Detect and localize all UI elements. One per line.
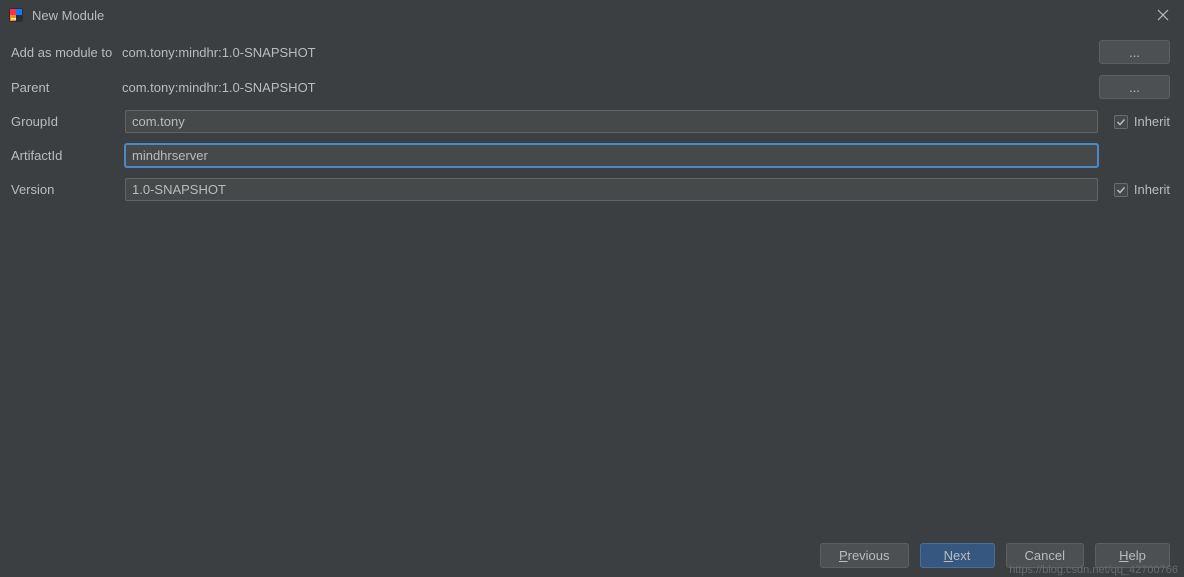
- window-title: New Module: [32, 8, 104, 23]
- parent-value: com.tony:mindhr:1.0-SNAPSHOT: [122, 80, 316, 95]
- version-inherit-checkbox[interactable]: [1114, 183, 1128, 197]
- form-content: Add as module to com.tony:mindhr:1.0-SNA…: [0, 30, 1184, 201]
- close-icon[interactable]: [1154, 6, 1172, 24]
- groupid-inherit-label: Inherit: [1134, 114, 1170, 129]
- artifactid-input[interactable]: [125, 144, 1098, 167]
- version-inherit-label: Inherit: [1134, 182, 1170, 197]
- add-as-module-row: Add as module to com.tony:mindhr:1.0-SNA…: [11, 40, 1170, 64]
- version-input[interactable]: [125, 178, 1098, 201]
- groupid-row: GroupId Inherit: [11, 110, 1170, 133]
- artifactid-row: ArtifactId: [11, 144, 1170, 167]
- version-row: Version Inherit: [11, 178, 1170, 201]
- groupid-inherit-checkbox[interactable]: [1114, 115, 1128, 129]
- titlebar: New Module: [0, 0, 1184, 30]
- previous-button[interactable]: Previous: [820, 543, 909, 568]
- parent-row: Parent com.tony:mindhr:1.0-SNAPSHOT ...: [11, 75, 1170, 99]
- parent-browse-button[interactable]: ...: [1099, 75, 1170, 99]
- artifactid-label: ArtifactId: [11, 148, 125, 163]
- parent-label: Parent: [11, 80, 122, 95]
- add-as-module-browse-button[interactable]: ...: [1099, 40, 1170, 64]
- add-as-module-value: com.tony:mindhr:1.0-SNAPSHOT: [122, 45, 316, 60]
- add-as-module-label: Add as module to: [11, 45, 122, 60]
- groupid-input[interactable]: [125, 110, 1098, 133]
- watermark-text: https://blog.csdn.net/qq_42700766: [1009, 564, 1178, 576]
- next-button[interactable]: Next: [920, 543, 995, 568]
- groupid-label: GroupId: [11, 114, 125, 129]
- version-label: Version: [11, 182, 125, 197]
- intellij-icon: [8, 7, 24, 23]
